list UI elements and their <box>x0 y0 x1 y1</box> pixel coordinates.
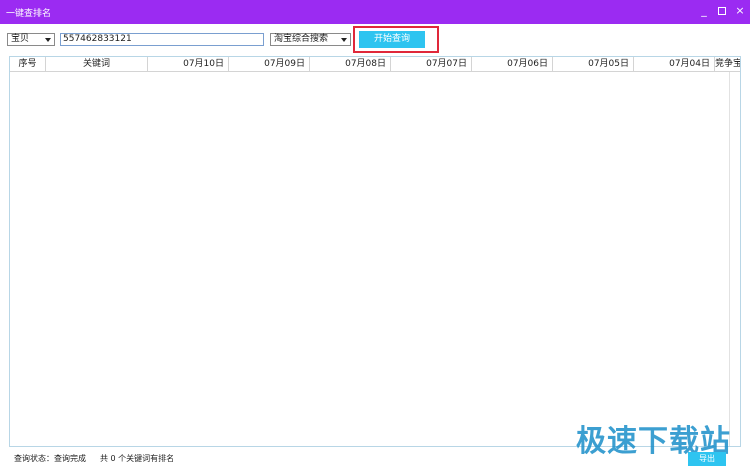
type-select-value: 宝贝 <box>11 34 30 44</box>
minimize-button[interactable]: _ <box>695 2 713 20</box>
maximize-icon <box>718 7 726 15</box>
chevron-down-icon <box>45 38 51 42</box>
title-bar: 一键查排名 _ × <box>0 0 750 24</box>
column-header-competitor[interactable]: 竞争宝贝 <box>715 57 740 71</box>
chevron-down-icon <box>341 38 347 42</box>
window-title: 一键查排名 <box>6 9 52 19</box>
search-type-select-value: 淘宝综合搜索 <box>274 34 329 44</box>
table-header: 序号 关键词 07月10日 07月09日 07月08日 07月07日 07月06… <box>10 57 740 72</box>
maximize-button[interactable] <box>713 2 731 20</box>
column-header-date[interactable]: 07月07日 <box>391 57 472 71</box>
results-table: 序号 关键词 07月10日 07月09日 07月08日 07月07日 07月06… <box>9 56 741 447</box>
column-header-date[interactable]: 07月06日 <box>472 57 553 71</box>
close-button[interactable]: × <box>731 2 749 20</box>
column-header-date[interactable]: 07月09日 <box>229 57 310 71</box>
column-header-date[interactable]: 07月05日 <box>553 57 634 71</box>
item-id-input[interactable]: 557462833121 <box>60 33 264 46</box>
column-header-date[interactable]: 07月04日 <box>634 57 715 71</box>
type-select[interactable]: 宝贝 <box>7 33 55 46</box>
ranking-summary: 共 0 个关键词有排名 <box>100 454 175 463</box>
column-header-index[interactable]: 序号 <box>10 57 46 71</box>
export-button[interactable]: 导出 <box>688 452 726 466</box>
column-header-date[interactable]: 07月10日 <box>148 57 229 71</box>
start-query-button[interactable]: 开始查询 <box>359 31 425 48</box>
vertical-scrollbar[interactable] <box>729 72 740 446</box>
search-type-select[interactable]: 淘宝综合搜索 <box>270 33 351 46</box>
query-status: 查询状态：查询完成 <box>14 454 86 463</box>
column-header-date[interactable]: 07月08日 <box>310 57 391 71</box>
column-header-keyword[interactable]: 关键词 <box>46 57 148 71</box>
